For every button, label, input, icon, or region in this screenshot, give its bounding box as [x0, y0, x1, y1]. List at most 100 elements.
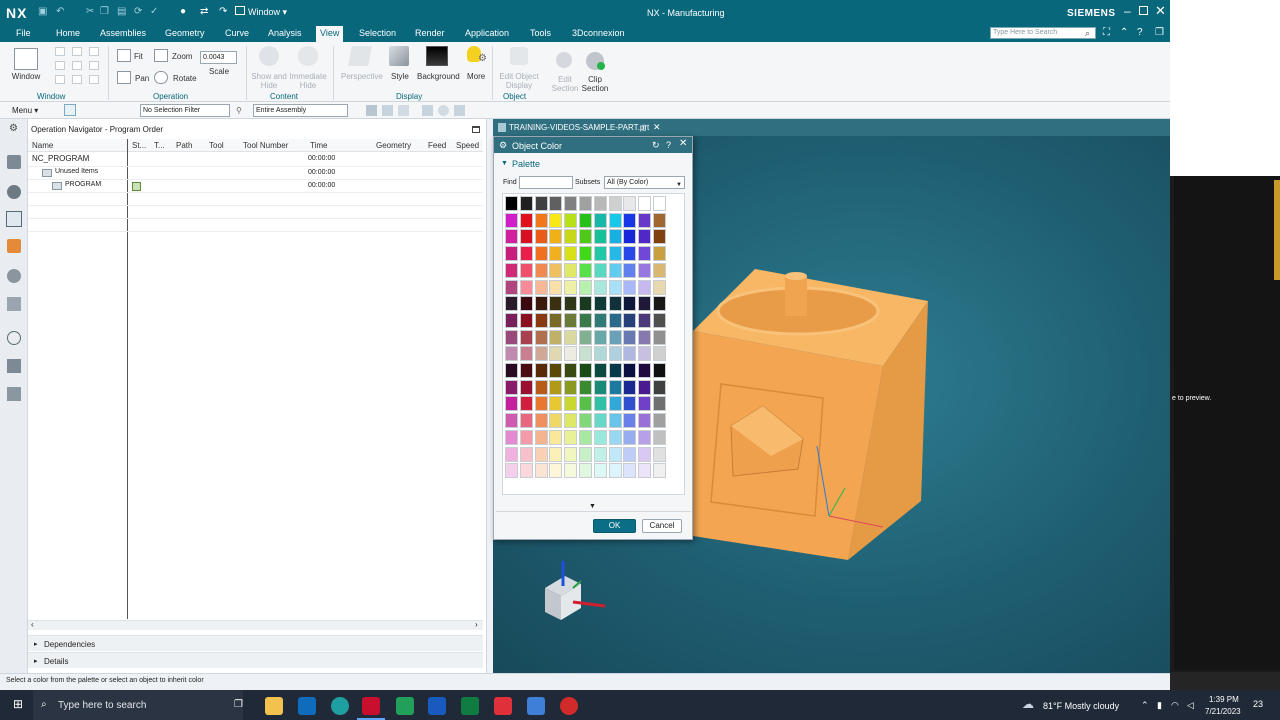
speaker-icon[interactable]: ◁: [1187, 700, 1194, 710]
color-swatch[interactable]: [519, 196, 533, 211]
color-swatch[interactable]: [608, 262, 622, 278]
color-swatch[interactable]: [534, 396, 548, 412]
taskbar-search[interactable]: ⌕ Type here to search: [33, 690, 243, 720]
color-swatch[interactable]: [593, 329, 607, 345]
color-swatch[interactable]: [653, 446, 666, 462]
horizontal-scrollbar[interactable]: [28, 620, 483, 630]
color-swatch[interactable]: [623, 413, 637, 429]
cut-icon[interactable]: ✂: [86, 7, 94, 17]
color-swatch[interactable]: [505, 329, 518, 345]
color-swatch[interactable]: [653, 246, 666, 262]
menu-render[interactable]: Render: [415, 28, 445, 38]
color-swatch[interactable]: [564, 463, 578, 479]
close-button[interactable]: ✕: [1155, 3, 1166, 19]
background-icon[interactable]: [426, 46, 448, 66]
column-t[interactable]: T...: [154, 141, 165, 150]
show-hide-label[interactable]: Show and Hide: [250, 72, 288, 90]
menu-tools[interactable]: Tools: [530, 28, 551, 38]
menu-view[interactable]: View: [316, 26, 344, 42]
tab-menu-icon[interactable]: ▯: [642, 123, 646, 133]
color-swatch[interactable]: [638, 279, 652, 295]
color-swatch[interactable]: [638, 246, 652, 262]
color-swatch[interactable]: [564, 413, 578, 429]
edit-object-display-icon[interactable]: [510, 47, 528, 65]
color-swatch[interactable]: [593, 296, 607, 312]
color-swatch[interactable]: [534, 429, 548, 445]
color-swatch[interactable]: [593, 363, 607, 378]
view-triad[interactable]: [545, 561, 606, 620]
layout-icon[interactable]: [55, 61, 65, 70]
color-swatch[interactable]: [638, 196, 652, 211]
color-swatch[interactable]: [608, 196, 622, 211]
color-swatch[interactable]: [564, 379, 578, 395]
color-swatch[interactable]: [505, 413, 518, 429]
menu-file[interactable]: File: [16, 28, 31, 38]
color-swatch[interactable]: [579, 229, 592, 245]
color-swatch[interactable]: [549, 279, 563, 295]
color-swatch[interactable]: [579, 363, 592, 378]
taskbar-date[interactable]: 7/21/2023: [1205, 707, 1241, 716]
pan-label[interactable]: Pan: [135, 74, 149, 83]
color-swatch[interactable]: [505, 229, 518, 245]
color-swatch[interactable]: [519, 396, 533, 412]
task-view-icon[interactable]: ❐: [234, 700, 243, 710]
color-swatch[interactable]: [534, 262, 548, 278]
scroll-left-icon[interactable]: ‹: [31, 620, 34, 630]
weather-icon[interactable]: ☁: [1022, 698, 1034, 710]
color-swatch[interactable]: [608, 246, 622, 262]
edit-section-label[interactable]: Edit Section: [551, 75, 579, 93]
taskbar-time[interactable]: 1:39 PM: [1209, 695, 1239, 704]
restore-icon[interactable]: ❐: [1155, 28, 1164, 38]
color-swatch[interactable]: [653, 346, 666, 362]
color-swatch[interactable]: [519, 279, 533, 295]
color-swatch[interactable]: [505, 429, 518, 445]
cancel-button[interactable]: Cancel: [642, 519, 682, 533]
color-swatch[interactable]: [638, 396, 652, 412]
color-swatch[interactable]: [505, 396, 518, 412]
palette-section-label[interactable]: Palette: [512, 159, 540, 169]
scroll-right-icon[interactable]: ›: [475, 620, 478, 630]
zoom-icon[interactable]: [154, 49, 168, 62]
color-swatch[interactable]: [579, 396, 592, 412]
color-swatch[interactable]: [519, 379, 533, 395]
wifi-icon[interactable]: ◠: [1171, 700, 1179, 710]
color-swatch[interactable]: [549, 329, 563, 345]
view-icon[interactable]: [438, 105, 449, 116]
color-swatch[interactable]: [608, 379, 622, 395]
menu-curve[interactable]: Curve: [225, 28, 249, 38]
assembly-navigator-icon[interactable]: [7, 185, 21, 199]
touch-icon[interactable]: ✓: [150, 7, 158, 17]
color-swatch[interactable]: [519, 312, 533, 328]
color-swatch[interactable]: [549, 429, 563, 445]
color-swatch[interactable]: [534, 196, 548, 211]
menu-home[interactable]: Home: [56, 28, 80, 38]
layout-icon[interactable]: [89, 75, 99, 84]
assembly-scope-dropdown[interactable]: Entire Assembly: [253, 104, 348, 117]
window-button-label[interactable]: Window: [8, 72, 44, 81]
column-tool[interactable]: Tool: [209, 141, 224, 150]
color-swatch[interactable]: [579, 379, 592, 395]
color-swatch[interactable]: [549, 312, 563, 328]
color-swatch[interactable]: [579, 429, 592, 445]
edit-object-display-label[interactable]: Edit Object Display: [498, 72, 540, 90]
color-swatch[interactable]: [608, 363, 622, 378]
color-swatch[interactable]: [608, 296, 622, 312]
redo-icon[interactable]: ↷: [219, 7, 227, 17]
color-swatch[interactable]: [564, 262, 578, 278]
style-label[interactable]: Style: [391, 72, 409, 81]
color-swatch[interactable]: [549, 196, 563, 211]
color-swatch[interactable]: [534, 312, 548, 328]
zoom-label[interactable]: Zoom: [172, 52, 192, 61]
color-swatch[interactable]: [653, 363, 666, 378]
color-swatch[interactable]: [549, 446, 563, 462]
window-icon[interactable]: [235, 6, 245, 15]
reuse-library-icon[interactable]: [7, 359, 21, 373]
color-swatch[interactable]: [519, 296, 533, 312]
edit-section-icon[interactable]: [556, 52, 572, 68]
color-swatch[interactable]: [519, 429, 533, 445]
color-swatch[interactable]: [608, 429, 622, 445]
window-icon[interactable]: [14, 48, 38, 70]
color-swatch[interactable]: [608, 279, 622, 295]
color-swatch[interactable]: [534, 296, 548, 312]
dependencies-section[interactable]: ▸ Dependencies: [28, 635, 483, 651]
